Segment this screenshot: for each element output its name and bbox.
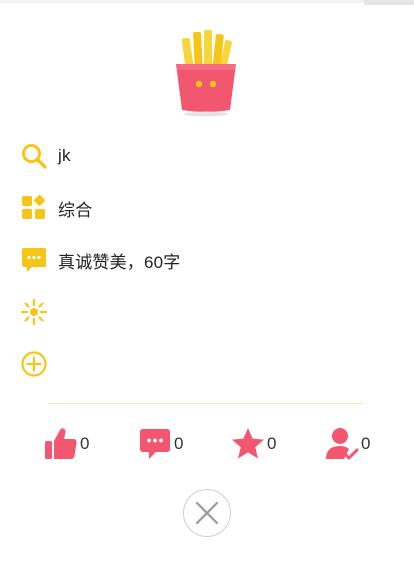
like-count: 0: [80, 434, 90, 453]
sparkle-row[interactable]: [20, 297, 58, 327]
add-row[interactable]: [20, 349, 58, 379]
top-edge-right: [364, 0, 414, 5]
comment-icon[interactable]: [137, 426, 173, 462]
search-icon: [20, 142, 48, 170]
star-stat[interactable]: 0: [230, 425, 276, 463]
comment-stat[interactable]: 0: [137, 425, 183, 463]
comment-hint-label: 真诚赞美，60字: [58, 252, 181, 272]
star-icon[interactable]: [230, 426, 266, 462]
divider: [48, 403, 364, 404]
like-stat[interactable]: 0: [43, 425, 89, 463]
add-circle-icon[interactable]: [20, 350, 48, 378]
close-button[interactable]: [183, 489, 231, 537]
follow-count: 0: [361, 434, 371, 453]
search-row: jk: [20, 141, 71, 171]
user-check-icon[interactable]: [324, 426, 360, 462]
close-icon: [194, 500, 220, 526]
top-edge: [0, 0, 414, 3]
french-fries-icon: [170, 30, 242, 118]
follow-stat[interactable]: 0: [324, 425, 370, 463]
category-label: 综合: [58, 200, 93, 220]
thumbs-up-icon[interactable]: [43, 426, 79, 462]
star-count: 0: [267, 434, 277, 453]
comment-count: 0: [174, 434, 184, 453]
sparkle-icon[interactable]: [20, 298, 48, 326]
category-row: 综合: [20, 193, 92, 223]
comment-hint-row: 真诚赞美，60字: [20, 245, 181, 275]
category-grid-icon: [20, 194, 48, 222]
search-keyword: jk: [58, 146, 71, 165]
popup-panel: jk 综合 真诚赞美，60字 0 0 0 0: [0, 0, 414, 569]
comment-bubble-icon: [20, 246, 48, 274]
